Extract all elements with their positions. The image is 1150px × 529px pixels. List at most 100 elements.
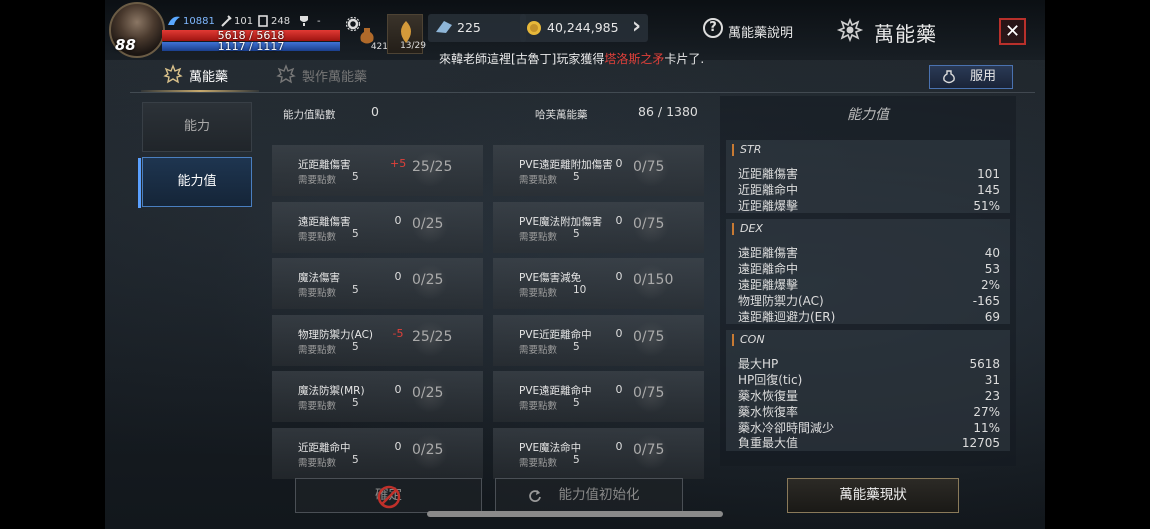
stat-card-name: PVE魔法附加傷害 xyxy=(519,215,603,228)
stat-card-added: 0 xyxy=(615,439,623,453)
help-icon[interactable]: ? xyxy=(703,18,723,38)
stat-card[interactable]: 魔法傷害 需要點數 5 0 0/25 xyxy=(272,258,483,309)
stats-row-value: 27% xyxy=(973,404,1000,419)
stat-card[interactable]: PVE魔法命中 需要點數 5 0 0/75 xyxy=(493,427,704,479)
trophy-icon xyxy=(300,16,308,26)
required-points-label: 需要點數 xyxy=(298,344,337,356)
reset-stats-button[interactable]: 能力值初始化 xyxy=(495,478,683,513)
reset-icon xyxy=(529,490,541,502)
side-menu-stats[interactable]: 能力值 xyxy=(138,157,252,208)
required-points-label: 需要點數 xyxy=(519,175,558,186)
stat-card-added: +5 xyxy=(390,157,407,170)
stats-row-label: 負重最大值 xyxy=(738,436,799,451)
stats-panel-title: 能力值 xyxy=(847,107,889,123)
side-menu-ability[interactable]: 能力 xyxy=(142,102,252,152)
stat-card[interactable]: PVE遠距離命中 需要點數 5 0 0/75 xyxy=(493,371,704,422)
stat-card[interactable]: 物理防禦力(AC) 需要點數 5 -5 25/25 xyxy=(272,314,483,366)
character-level: 88 xyxy=(115,36,136,54)
quick-slot-2[interactable]: 13/29 xyxy=(387,14,426,54)
stats-row-label: 近距離爆擊 xyxy=(738,198,799,213)
stat-card-added: 0 xyxy=(394,383,402,396)
disabled-icon xyxy=(377,485,401,509)
stat-card[interactable]: 魔法防禦(MR) 需要點數 5 0 0/25 xyxy=(272,371,483,422)
stat-card-progress: 0/25 xyxy=(412,215,444,232)
required-points-value: 5 xyxy=(573,453,580,466)
stats-row-label: 物理防禦力(AC) xyxy=(738,293,824,308)
stats-group-str: STR 近距離傷害 101 近距離命中 145 近距離爆擊 51% xyxy=(726,140,1010,214)
potion-emblem-icon xyxy=(836,17,864,43)
stats-row-label: 近距離傷害 xyxy=(738,167,799,181)
stat-card[interactable]: 近距離傷害 需要點數 5 +5 25/25 xyxy=(272,145,483,196)
stat-card[interactable]: PVE魔法附加傷害 需要點數 5 0 0/75 xyxy=(493,201,704,253)
stat-card[interactable]: 近距離命中 需要點數 5 0 0/25 xyxy=(272,427,483,479)
stats-row-value: -165 xyxy=(972,293,1000,308)
stat-card[interactable]: PVE遠距離附加傷害 需要點數 5 0 0/75 xyxy=(493,145,704,196)
stats-row: 負重最大值 12705 xyxy=(738,435,1000,451)
required-points-value: 5 xyxy=(573,340,580,353)
tab-potion[interactable]: 萬能藥 xyxy=(189,66,228,85)
required-points-value: 5 xyxy=(352,340,359,353)
required-points-label: 需要點數 xyxy=(519,457,558,469)
quick-slot-2-count: 13/29 xyxy=(400,41,426,51)
stat-card[interactable]: PVE傷害減免 需要點數 10 0 0/150 xyxy=(493,258,704,309)
stat-card-progress: 25/25 xyxy=(412,328,453,345)
stat-card-progress: 0/25 xyxy=(412,272,444,288)
required-points-value: 5 xyxy=(352,284,359,296)
stats-row: 遠距離傷害 40 xyxy=(738,245,1000,261)
stat-card-added: -5 xyxy=(392,326,404,340)
craft-tab-icon xyxy=(276,64,296,84)
stat-card-name: PVE近距離命中 xyxy=(519,328,592,341)
stat-card-added: 0 xyxy=(394,439,402,453)
stat-card-added: 0 xyxy=(615,157,623,170)
required-points-label: 需要點數 xyxy=(298,457,337,469)
stats-row: 藥水恢復量 23 xyxy=(738,388,1000,404)
confirm-button[interactable]: 確定 xyxy=(295,478,482,513)
potion-count-value: 86 / 1380 xyxy=(638,104,698,119)
mp-text: 1117 / 1117 xyxy=(217,40,285,53)
required-points-value: 5 xyxy=(573,171,580,183)
required-points-value: 5 xyxy=(573,227,580,240)
stats-row-value: 69 xyxy=(984,309,1000,324)
stat-card-progress: 25/25 xyxy=(412,159,453,175)
required-points-label: 需要點數 xyxy=(298,231,337,243)
drink-icon xyxy=(943,70,955,84)
ticker-highlight: 塔洛斯之矛 xyxy=(604,52,665,66)
required-points-value: 5 xyxy=(352,397,359,409)
stat-card[interactable]: 遠距離傷害 需要點數 5 0 0/25 xyxy=(272,201,483,253)
stats-row: 藥水恢復率 27% xyxy=(738,404,1000,420)
use-potion-button[interactable]: 服用 xyxy=(929,65,1013,89)
stats-row-label: 最大HP xyxy=(738,357,779,372)
stat-card-progress: 0/75 xyxy=(633,215,665,232)
help-link[interactable]: 萬能藥說明 xyxy=(728,22,793,41)
required-points-label: 需要點數 xyxy=(519,401,558,412)
close-button[interactable]: ✕ xyxy=(999,18,1026,45)
tab-craft-potion[interactable]: 製作萬能藥 xyxy=(302,66,367,85)
currency-more-arrow-icon[interactable]: › xyxy=(632,14,641,39)
sword-icon xyxy=(221,15,232,27)
stats-row-value: 23 xyxy=(984,388,1000,403)
stats-row-label: 近距離命中 xyxy=(738,182,799,197)
stats-row-label: 藥水恢復率 xyxy=(738,404,799,419)
gold-amount: 40,244,985 xyxy=(547,20,619,35)
stat-card-added: 0 xyxy=(615,270,623,283)
horizontal-scrollbar[interactable] xyxy=(427,511,723,517)
required-points-label: 需要點數 xyxy=(519,288,558,299)
stats-row-value: 101 xyxy=(977,167,1000,181)
stat-card[interactable]: PVE近距離命中 需要點數 5 0 0/75 xyxy=(493,314,704,366)
quick-slot-1[interactable]: 421 xyxy=(346,14,388,54)
stats-row: HP回復(tic) 31 xyxy=(738,372,1000,388)
stat-card-progress: 0/25 xyxy=(412,385,444,401)
potion-window: 88 10881 101 248 - 5618 / 5618 1117 / 11… xyxy=(105,0,1045,529)
stats-row: 最大HP 5618 xyxy=(738,356,1000,372)
stat-card-name: 魔法防禦(MR) xyxy=(298,385,365,397)
potion-status-button[interactable]: 萬能藥現狀 xyxy=(787,478,959,513)
stats-row-label: 遠距離爆擊 xyxy=(738,277,799,292)
required-points-label: 需要點數 xyxy=(519,231,558,243)
stat-card-name: 近距離命中 xyxy=(298,441,351,454)
gold-coin-icon xyxy=(527,21,541,35)
stat-card-progress: 0/75 xyxy=(633,385,665,401)
stat-card-added: 0 xyxy=(615,213,623,227)
stats-group-header: STR xyxy=(732,144,761,156)
stat-card-name: PVE遠距離命中 xyxy=(519,385,592,397)
required-points-label: 需要點數 xyxy=(298,175,337,186)
